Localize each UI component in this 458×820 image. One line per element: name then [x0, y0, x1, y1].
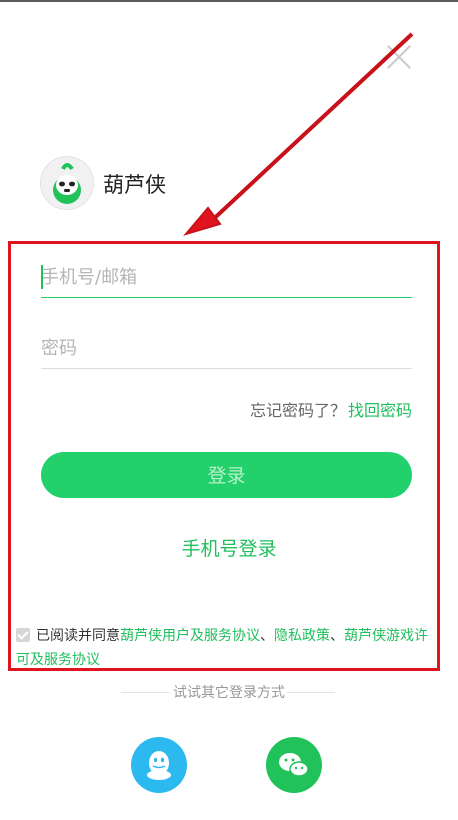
top-status-line: [0, 0, 458, 2]
separator: 、: [260, 628, 274, 644]
qq-login-button[interactable]: [131, 737, 187, 793]
gourd-mascot-icon: [53, 163, 81, 204]
text-cursor: [41, 265, 43, 289]
wechat-icon: [279, 753, 309, 777]
agreement-checkbox[interactable]: [16, 628, 30, 642]
other-login-label: 试试其它登录方式: [173, 685, 285, 701]
privacy-policy-link[interactable]: 隐私政策: [274, 628, 330, 644]
divider-line: [121, 692, 169, 693]
wechat-login-button[interactable]: [266, 737, 322, 793]
other-login-section: 试试其它登录方式: [0, 682, 458, 702]
phone-login-link[interactable]: 手机号登录: [0, 534, 458, 561]
login-button[interactable]: 登录: [41, 452, 412, 498]
qq-icon: [147, 751, 171, 780]
user-agreement-link[interactable]: 葫芦侠用户及服务协议: [120, 628, 260, 644]
separator: 、: [330, 628, 344, 644]
forgot-label: 忘记密码了？: [249, 401, 346, 420]
account-input[interactable]: [41, 258, 412, 298]
divider-line: [287, 692, 335, 693]
forgot-password: 忘记密码了？ 找回密码: [41, 397, 412, 421]
app-name: 葫芦侠: [103, 173, 166, 197]
close-icon[interactable]: [386, 44, 412, 70]
agreement-text: 已阅读并同意葫芦侠用户及服务协议、隐私政策、葫芦侠游戏许可及服务协议: [16, 624, 440, 672]
app-logo: [40, 156, 94, 210]
agreement-prefix: 已阅读并同意: [36, 628, 120, 644]
find-password-link[interactable]: 找回密码: [348, 401, 412, 420]
password-input[interactable]: [41, 329, 412, 369]
